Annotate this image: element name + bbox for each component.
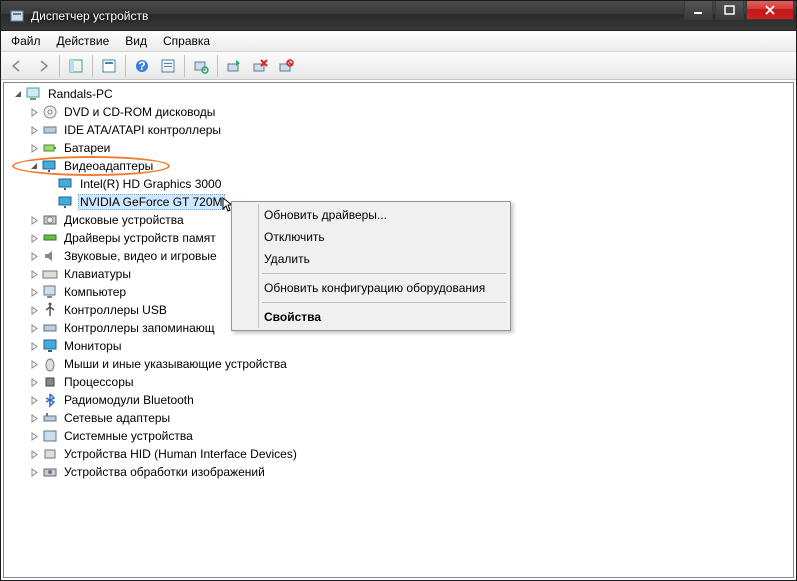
device-manager-window: Диспетчер устройств Файл Действие Вид Сп…: [0, 0, 797, 581]
sound-icon: [42, 248, 58, 264]
network-icon: [42, 410, 58, 426]
keyboard-icon: [42, 266, 58, 282]
collapse-icon[interactable]: [26, 158, 42, 174]
display-adapter-icon: [58, 176, 74, 192]
context-menu-gutter: [258, 204, 259, 328]
system-icon: [42, 428, 58, 444]
close-button[interactable]: [746, 1, 794, 20]
expand-icon[interactable]: [26, 320, 42, 336]
window-buttons: [684, 1, 794, 30]
ctx-disable[interactable]: Отключить: [234, 226, 508, 248]
expand-icon[interactable]: [26, 284, 42, 300]
ctx-rescan[interactable]: Обновить конфигурацию оборудования: [234, 277, 508, 299]
mouse-icon: [42, 356, 58, 372]
expand-icon[interactable]: [26, 410, 42, 426]
display-adapter-icon: [58, 194, 74, 210]
menu-file[interactable]: Файл: [3, 32, 49, 50]
hid-icon: [42, 446, 58, 462]
toolbar-separator: [92, 55, 93, 77]
imaging-icon: [42, 464, 58, 480]
cpu-icon: [42, 374, 58, 390]
tree-item-imaging[interactable]: Устройства обработки изображений: [4, 463, 793, 481]
tree-item-ide[interactable]: IDE ATA/ATAPI контроллеры: [4, 121, 793, 139]
toolbar: ?: [1, 52, 796, 80]
expand-icon[interactable]: [26, 302, 42, 318]
menu-help[interactable]: Справка: [155, 32, 218, 50]
tree-item-hid[interactable]: Устройства HID (Human Interface Devices): [4, 445, 793, 463]
disable-button[interactable]: [274, 54, 298, 78]
expand-icon[interactable]: [26, 248, 42, 264]
disc-icon: [42, 104, 58, 120]
tree-item-monitor[interactable]: Мониторы: [4, 337, 793, 355]
scan-button[interactable]: [189, 54, 213, 78]
collapse-icon[interactable]: [10, 86, 26, 102]
titlebar[interactable]: Диспетчер устройств: [1, 1, 796, 31]
toolbar-separator: [59, 55, 60, 77]
minimize-button[interactable]: [684, 1, 713, 20]
expand-icon[interactable]: [26, 104, 42, 120]
disk-icon: [42, 212, 58, 228]
expand-icon[interactable]: [26, 266, 42, 282]
menu-view[interactable]: Вид: [117, 32, 155, 50]
controller-icon: [42, 122, 58, 138]
bluetooth-icon: [42, 392, 58, 408]
context-menu-separator: [262, 302, 506, 303]
tree-item-bluetooth[interactable]: Радиомодули Bluetooth: [4, 391, 793, 409]
tree-item-intel-hd[interactable]: Intel(R) HD Graphics 3000: [4, 175, 793, 193]
action-button[interactable]: [156, 54, 180, 78]
computer-icon: [26, 86, 42, 102]
tree-item-battery[interactable]: Батареи: [4, 139, 793, 157]
tree-item-video[interactable]: Видеоадаптеры: [4, 157, 793, 175]
toolbar-separator: [184, 55, 185, 77]
tree-root-label: Randals-PC: [46, 86, 115, 102]
toolbar-separator: [125, 55, 126, 77]
tree-root[interactable]: Randals-PC: [4, 85, 793, 103]
context-menu: Обновить драйверы... Отключить Удалить О…: [231, 201, 511, 331]
expand-icon[interactable]: [26, 392, 42, 408]
tree-item-system[interactable]: Системные устройства: [4, 427, 793, 445]
expand-icon[interactable]: [26, 374, 42, 390]
expand-icon[interactable]: [26, 212, 42, 228]
help-button[interactable]: ?: [130, 54, 154, 78]
menubar: Файл Действие Вид Справка: [1, 31, 796, 52]
tree-item-dvd[interactable]: DVD и CD-ROM дисководы: [4, 103, 793, 121]
toolbar-separator: [217, 55, 218, 77]
menu-action[interactable]: Действие: [49, 32, 118, 50]
ctx-properties[interactable]: Свойства: [234, 306, 508, 328]
tree-item-network[interactable]: Сетевые адаптеры: [4, 409, 793, 427]
memory-icon: [42, 230, 58, 246]
svg-text:?: ?: [138, 59, 145, 73]
expand-icon[interactable]: [26, 446, 42, 462]
forward-button[interactable]: [31, 54, 55, 78]
expand-icon[interactable]: [26, 356, 42, 372]
expand-icon[interactable]: [26, 464, 42, 480]
device-tree[interactable]: Randals-PC DVD и CD-ROM дисководы IDE AT…: [3, 82, 794, 578]
display-adapter-icon: [42, 158, 58, 174]
tree-item-cpu[interactable]: Процессоры: [4, 373, 793, 391]
ctx-delete[interactable]: Удалить: [234, 248, 508, 270]
battery-icon: [42, 140, 58, 156]
back-button[interactable]: [5, 54, 29, 78]
expand-icon[interactable]: [26, 428, 42, 444]
storage-icon: [42, 320, 58, 336]
expand-icon[interactable]: [26, 338, 42, 354]
app-icon: [9, 8, 25, 24]
monitor-icon: [42, 338, 58, 354]
ctx-update-driver[interactable]: Обновить драйверы...: [234, 204, 508, 226]
tree-item-mouse[interactable]: Мыши и иные указывающие устройства: [4, 355, 793, 373]
context-menu-separator: [262, 273, 506, 274]
show-hide-tree-button[interactable]: [64, 54, 88, 78]
update-driver-button[interactable]: [222, 54, 246, 78]
window-title: Диспетчер устройств: [31, 9, 684, 23]
expand-icon[interactable]: [26, 140, 42, 156]
properties-button[interactable]: [97, 54, 121, 78]
maximize-button[interactable]: [715, 1, 744, 20]
uninstall-button[interactable]: [248, 54, 272, 78]
usb-icon: [42, 302, 58, 318]
computer-icon: [42, 284, 58, 300]
expand-icon[interactable]: [26, 230, 42, 246]
expand-icon[interactable]: [26, 122, 42, 138]
